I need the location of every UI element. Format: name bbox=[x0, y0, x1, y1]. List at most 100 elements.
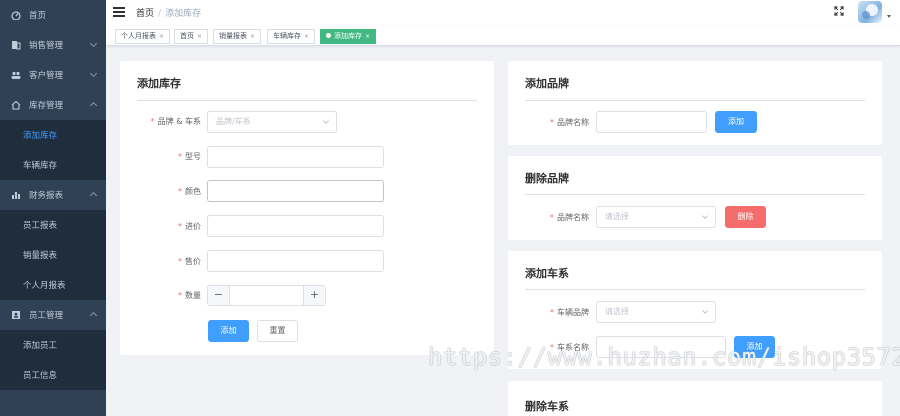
divider bbox=[137, 100, 477, 101]
sidebar-item-label: 库存管理 bbox=[29, 101, 64, 111]
brand-name-label: * 品牌名称 bbox=[536, 117, 589, 128]
chevron-down-icon bbox=[702, 213, 708, 219]
required-mark: * bbox=[178, 222, 182, 231]
close-icon[interactable]: × bbox=[159, 33, 164, 40]
placeholder: 请选择 bbox=[605, 307, 629, 316]
sidebar-item-staff-report[interactable]: 员工报表 bbox=[0, 210, 106, 240]
caret-down-icon[interactable] bbox=[887, 15, 891, 18]
sidebar-item-label: 员工管理 bbox=[29, 311, 64, 321]
cost-label: * 进价 bbox=[148, 221, 201, 232]
breadcrumb: 首页 / 添加库存 bbox=[136, 6, 201, 19]
close-icon[interactable]: × bbox=[365, 33, 370, 40]
sidebar-item-sales-report[interactable]: 销量报表 bbox=[0, 240, 106, 270]
sidebar-item-add-staff[interactable]: 添加员工 bbox=[0, 330, 106, 360]
sidebar-item-home[interactable]: 首页 bbox=[0, 0, 106, 30]
required-mark: * bbox=[550, 118, 554, 127]
model-label: * 型号 bbox=[148, 151, 201, 162]
brand-name-label: * 品牌名称 bbox=[536, 212, 589, 223]
peoples-icon bbox=[11, 70, 21, 80]
quantity-label: * 数量 bbox=[148, 290, 201, 301]
label-text: 售价 bbox=[185, 257, 201, 266]
card-title: 添加品牌 bbox=[525, 77, 569, 90]
avatar[interactable] bbox=[858, 1, 882, 23]
close-icon[interactable]: × bbox=[250, 33, 255, 40]
chevron-down-icon bbox=[89, 39, 98, 48]
label-text: 品牌 & 车系 bbox=[157, 117, 201, 126]
tag-label: 首页 bbox=[180, 32, 194, 40]
home-icon bbox=[11, 100, 21, 110]
sidebar: 首页 销售管理 客户管理 库存管理 添加库存 车辆库存 财务报表 员工报表 销量… bbox=[0, 0, 106, 416]
label-text: 型号 bbox=[185, 152, 201, 161]
required-mark: * bbox=[178, 291, 182, 300]
sidebar-item-sales[interactable]: 销售管理 bbox=[0, 30, 106, 60]
vehicle-brand-select[interactable]: 请选择 bbox=[596, 301, 716, 323]
quantity-stepper[interactable]: − + bbox=[207, 285, 326, 306]
chevron-up-icon bbox=[89, 101, 98, 110]
placeholder: 品牌/车系 bbox=[216, 117, 251, 126]
tag-monthly-report[interactable]: 个人月报表 × bbox=[115, 29, 171, 44]
chart-icon bbox=[11, 190, 21, 200]
color-label: * 颜色 bbox=[148, 186, 201, 197]
tag-sales-report[interactable]: 销量报表 × bbox=[213, 29, 262, 44]
sidebar-item-customers[interactable]: 客户管理 bbox=[0, 60, 106, 90]
label-text: 车辆品牌 bbox=[557, 308, 589, 317]
tag-add-stock[interactable]: 添加库存 × bbox=[320, 29, 377, 44]
sidebar-item-vehicle-stock[interactable]: 车辆库存 bbox=[0, 150, 106, 180]
active-dot bbox=[326, 33, 331, 38]
brand-select[interactable]: 请选择 bbox=[596, 206, 716, 228]
color-input[interactable] bbox=[207, 180, 384, 202]
label-text: 进价 bbox=[185, 222, 201, 231]
brand-series-select[interactable]: 品牌/车系 bbox=[207, 111, 337, 133]
vehicle-brand-label: * 车辆品牌 bbox=[536, 307, 589, 318]
finance-submenu: 员工报表 销量报表 个人月报表 bbox=[0, 210, 106, 300]
cost-input[interactable] bbox=[207, 215, 384, 237]
sidebar-item-finance[interactable]: 财务报表 bbox=[0, 180, 106, 210]
required-mark: * bbox=[178, 257, 182, 266]
brand-name-input[interactable] bbox=[596, 111, 707, 133]
add-stock-button[interactable]: 添加 bbox=[208, 320, 249, 342]
sidebar-item-add-stock[interactable]: 添加库存 bbox=[0, 120, 106, 150]
sidebar-item-staff[interactable]: 员工管理 bbox=[0, 300, 106, 330]
delete-series-card: 删除车系 bbox=[508, 381, 882, 416]
price-input[interactable] bbox=[207, 250, 384, 272]
placeholder: 请选择 bbox=[605, 212, 629, 221]
required-mark: * bbox=[550, 213, 554, 222]
tags-view: 个人月报表 × 首页 × 销量报表 × 车辆库存 × 添加库存 × bbox=[106, 26, 900, 46]
hamburger-icon[interactable] bbox=[113, 7, 125, 17]
increment-button[interactable]: + bbox=[303, 286, 325, 305]
sidebar-item-label: 销售管理 bbox=[29, 41, 64, 51]
sidebar-item-inventory[interactable]: 库存管理 bbox=[0, 90, 106, 120]
card-title: 删除车系 bbox=[525, 400, 569, 413]
breadcrumb-home[interactable]: 首页 bbox=[136, 9, 154, 19]
model-input[interactable] bbox=[207, 146, 384, 168]
user-card-icon bbox=[11, 310, 21, 320]
sidebar-item-label: 财务报表 bbox=[29, 191, 64, 201]
label-text: 品牌名称 bbox=[557, 213, 589, 222]
tag-vehicle-stock[interactable]: 车辆库存 × bbox=[267, 29, 316, 44]
add-brand-card: 添加品牌 * 品牌名称 添加 bbox=[508, 61, 882, 145]
sidebar-item-label: 首页 bbox=[29, 11, 47, 21]
tag-label: 添加库存 bbox=[334, 32, 362, 40]
close-icon[interactable]: × bbox=[197, 33, 202, 40]
dashboard-icon bbox=[11, 10, 21, 20]
reset-button[interactable]: 重置 bbox=[257, 320, 298, 342]
tag-home[interactable]: 首页 × bbox=[174, 29, 209, 44]
label-text: 品牌名称 bbox=[557, 118, 589, 127]
sidebar-item-monthly-report[interactable]: 个人月报表 bbox=[0, 270, 106, 300]
divider bbox=[525, 194, 865, 195]
fullscreen-icon[interactable] bbox=[834, 6, 844, 16]
document-icon bbox=[11, 40, 21, 50]
breadcrumb-current: 添加库存 bbox=[165, 9, 202, 19]
delete-brand-button[interactable]: 删除 bbox=[725, 206, 766, 228]
chevron-down-icon bbox=[89, 69, 98, 78]
close-icon[interactable]: × bbox=[304, 33, 309, 40]
staff-submenu: 添加员工 员工信息 bbox=[0, 330, 106, 390]
delete-brand-card: 删除品牌 * 品牌名称 请选择 删除 bbox=[508, 156, 882, 240]
add-brand-button[interactable]: 添加 bbox=[715, 111, 757, 133]
required-mark: * bbox=[550, 308, 554, 317]
decrement-button[interactable]: − bbox=[208, 286, 230, 305]
chevron-down-icon bbox=[323, 118, 329, 124]
sidebar-item-staff-info[interactable]: 员工信息 bbox=[0, 360, 106, 390]
tag-label: 销量报表 bbox=[219, 32, 247, 40]
chevron-down-icon bbox=[702, 308, 708, 314]
